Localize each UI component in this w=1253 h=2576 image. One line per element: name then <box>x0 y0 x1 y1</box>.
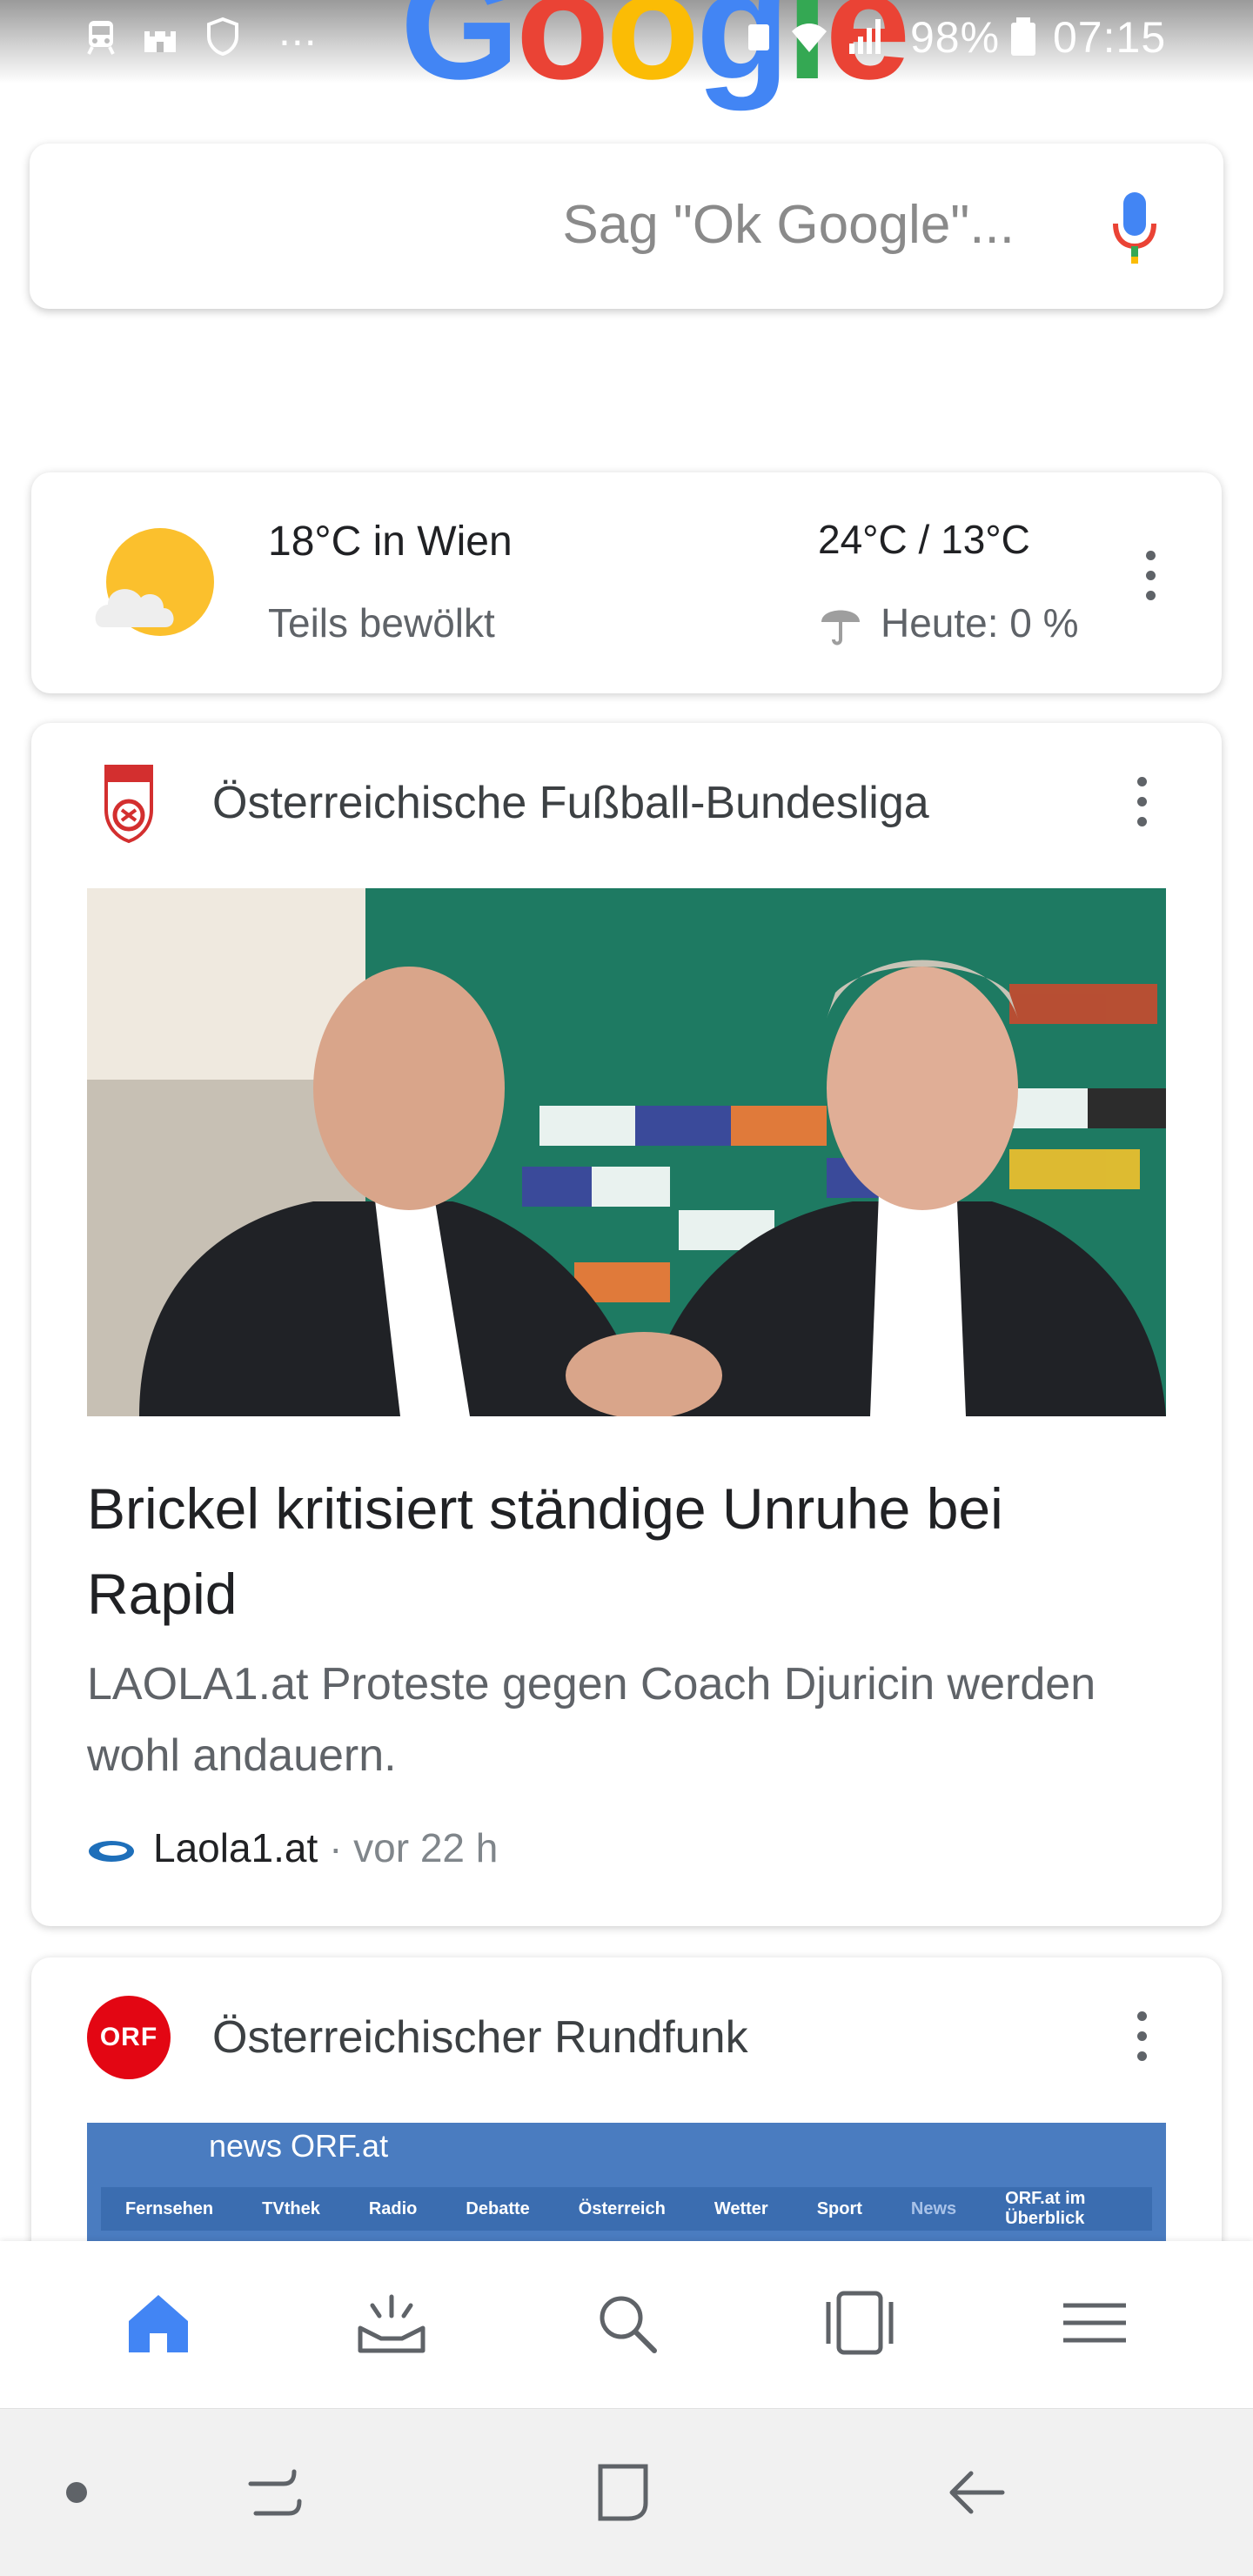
battery-icon <box>1011 17 1035 56</box>
castle-icon <box>144 31 176 52</box>
home-square-icon[interactable] <box>590 2458 660 2527</box>
clock: 07:15 <box>1053 13 1167 62</box>
weather-range: 24°C / 13°C <box>818 517 1030 562</box>
dot-icon[interactable] <box>42 2458 111 2527</box>
weather-more-icon[interactable] <box>1142 551 1159 620</box>
mic-icon[interactable] <box>1109 189 1161 267</box>
laola1-logo <box>89 1840 134 1862</box>
signal-icon <box>849 19 881 54</box>
news-headline[interactable]: Brickel kritisiert ständige Unruhe bei R… <box>87 1466 1166 1636</box>
google-logo: Google <box>400 0 910 111</box>
umbrella-icon <box>821 610 860 646</box>
overflow-dots: ... <box>278 6 318 55</box>
card-more-icon[interactable] <box>1133 2011 1150 2081</box>
card-more-icon[interactable] <box>1133 777 1150 846</box>
battery-percent: 98% <box>910 13 1001 62</box>
hand-shield-icon <box>207 17 238 57</box>
weather-card[interactable]: 18°C in Wien Teils bewölkt 24°C / 13°C H… <box>31 472 1222 693</box>
home-icon[interactable] <box>122 2286 195 2359</box>
news-photo <box>87 888 1166 1416</box>
news-card[interactable]: Österreichische Fußball-Bundesliga Brick… <box>31 723 1222 1926</box>
sync-icon <box>748 24 769 50</box>
menu-icon[interactable] <box>1058 2286 1131 2359</box>
weather-precipitation: Heute: 0 % <box>881 600 1079 646</box>
updates-icon[interactable] <box>355 2286 428 2359</box>
news-image[interactable] <box>87 888 1166 1416</box>
source-name: Österreichischer Rundfunk <box>212 2012 748 2063</box>
train-icon <box>87 21 115 55</box>
partly-cloudy-icon <box>95 528 214 636</box>
bottom-navigation <box>0 2241 1253 2408</box>
bundesliga-logo <box>104 765 153 844</box>
recents-icon[interactable] <box>823 2286 896 2359</box>
publisher-row: Laola1.at · vor 22 h <box>87 1824 498 1871</box>
system-navigation <box>0 2408 1253 2576</box>
search-bar[interactable]: Sag "Ok Google"... <box>30 144 1223 309</box>
publish-time: · vor 22 h <box>329 1825 499 1870</box>
publisher-name: Laola1.at <box>153 1825 318 1870</box>
search-placeholder: Sag "Ok Google"... <box>562 195 1015 255</box>
source-name: Österreichische Fußball-Bundesliga <box>212 778 929 828</box>
back-icon[interactable] <box>941 2458 1011 2527</box>
orf-logo: ORF <box>87 1996 171 2079</box>
recent-apps-icon[interactable] <box>240 2458 310 2527</box>
wifi-icon <box>792 23 827 52</box>
orf-site-nav: Fernsehen TVthek Radio Debatte Österreic… <box>101 2187 1152 2231</box>
weather-condition: Teils bewölkt <box>268 600 495 646</box>
news-snippet: LAOLA1.at Proteste gegen Coach Djuricin … <box>87 1659 1096 1781</box>
status-bar: ... Google 98% 07:15 <box>0 0 1253 103</box>
search-icon[interactable] <box>590 2286 663 2359</box>
weather-temperature-location: 18°C in Wien <box>268 519 513 565</box>
orf-site-header: news ORF.at <box>209 2128 389 2164</box>
